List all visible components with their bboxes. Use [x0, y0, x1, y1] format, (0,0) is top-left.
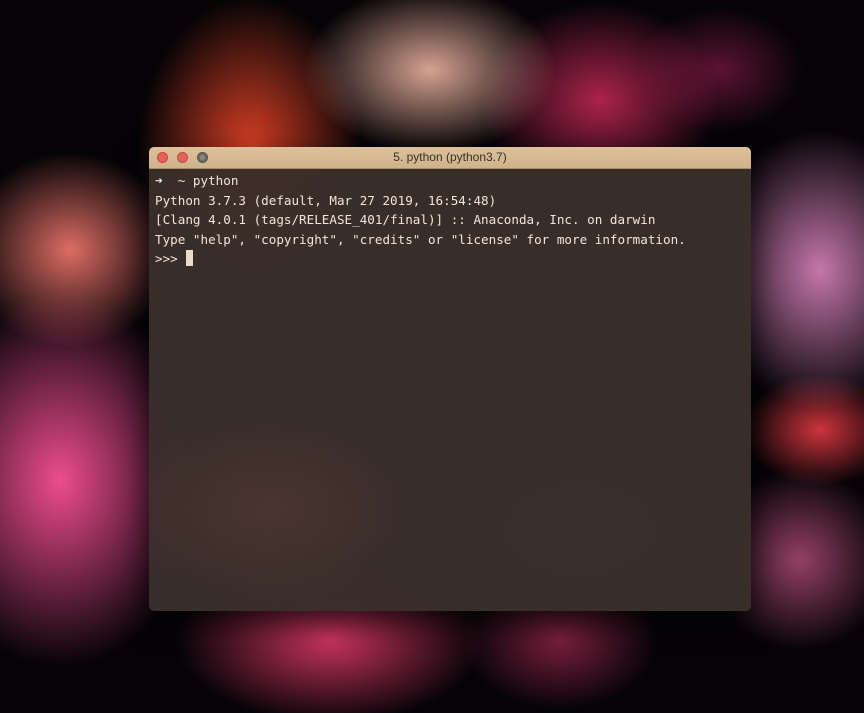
title-bar[interactable]: 5. python (python3.7) — [149, 147, 751, 169]
command-text: ~ python — [162, 173, 239, 188]
prompt-arrow-icon: ➜ — [155, 173, 163, 188]
terminal-content[interactable]: ➜ ~ python Python 3.7.3 (default, Mar 27… — [149, 169, 751, 611]
output-line: [Clang 4.0.1 (tags/RELEASE_401/final)] :… — [155, 212, 656, 227]
repl-input-line[interactable]: >>> — [155, 249, 745, 269]
desktop-wallpaper: 5. python (python3.7) ➜ ~ python Python … — [0, 0, 864, 713]
command-line: ➜ ~ python — [155, 171, 745, 191]
output-line: Type "help", "copyright", "credits" or "… — [155, 231, 686, 247]
terminal-window[interactable]: 5. python (python3.7) ➜ ~ python Python … — [149, 147, 751, 611]
window-title: 5. python (python3.7) — [393, 150, 507, 164]
repl-prompt: >>> — [155, 251, 186, 266]
output-line: Python 3.7.3 (default, Mar 27 2019, 16:5… — [155, 192, 497, 208]
text-cursor — [186, 250, 194, 266]
